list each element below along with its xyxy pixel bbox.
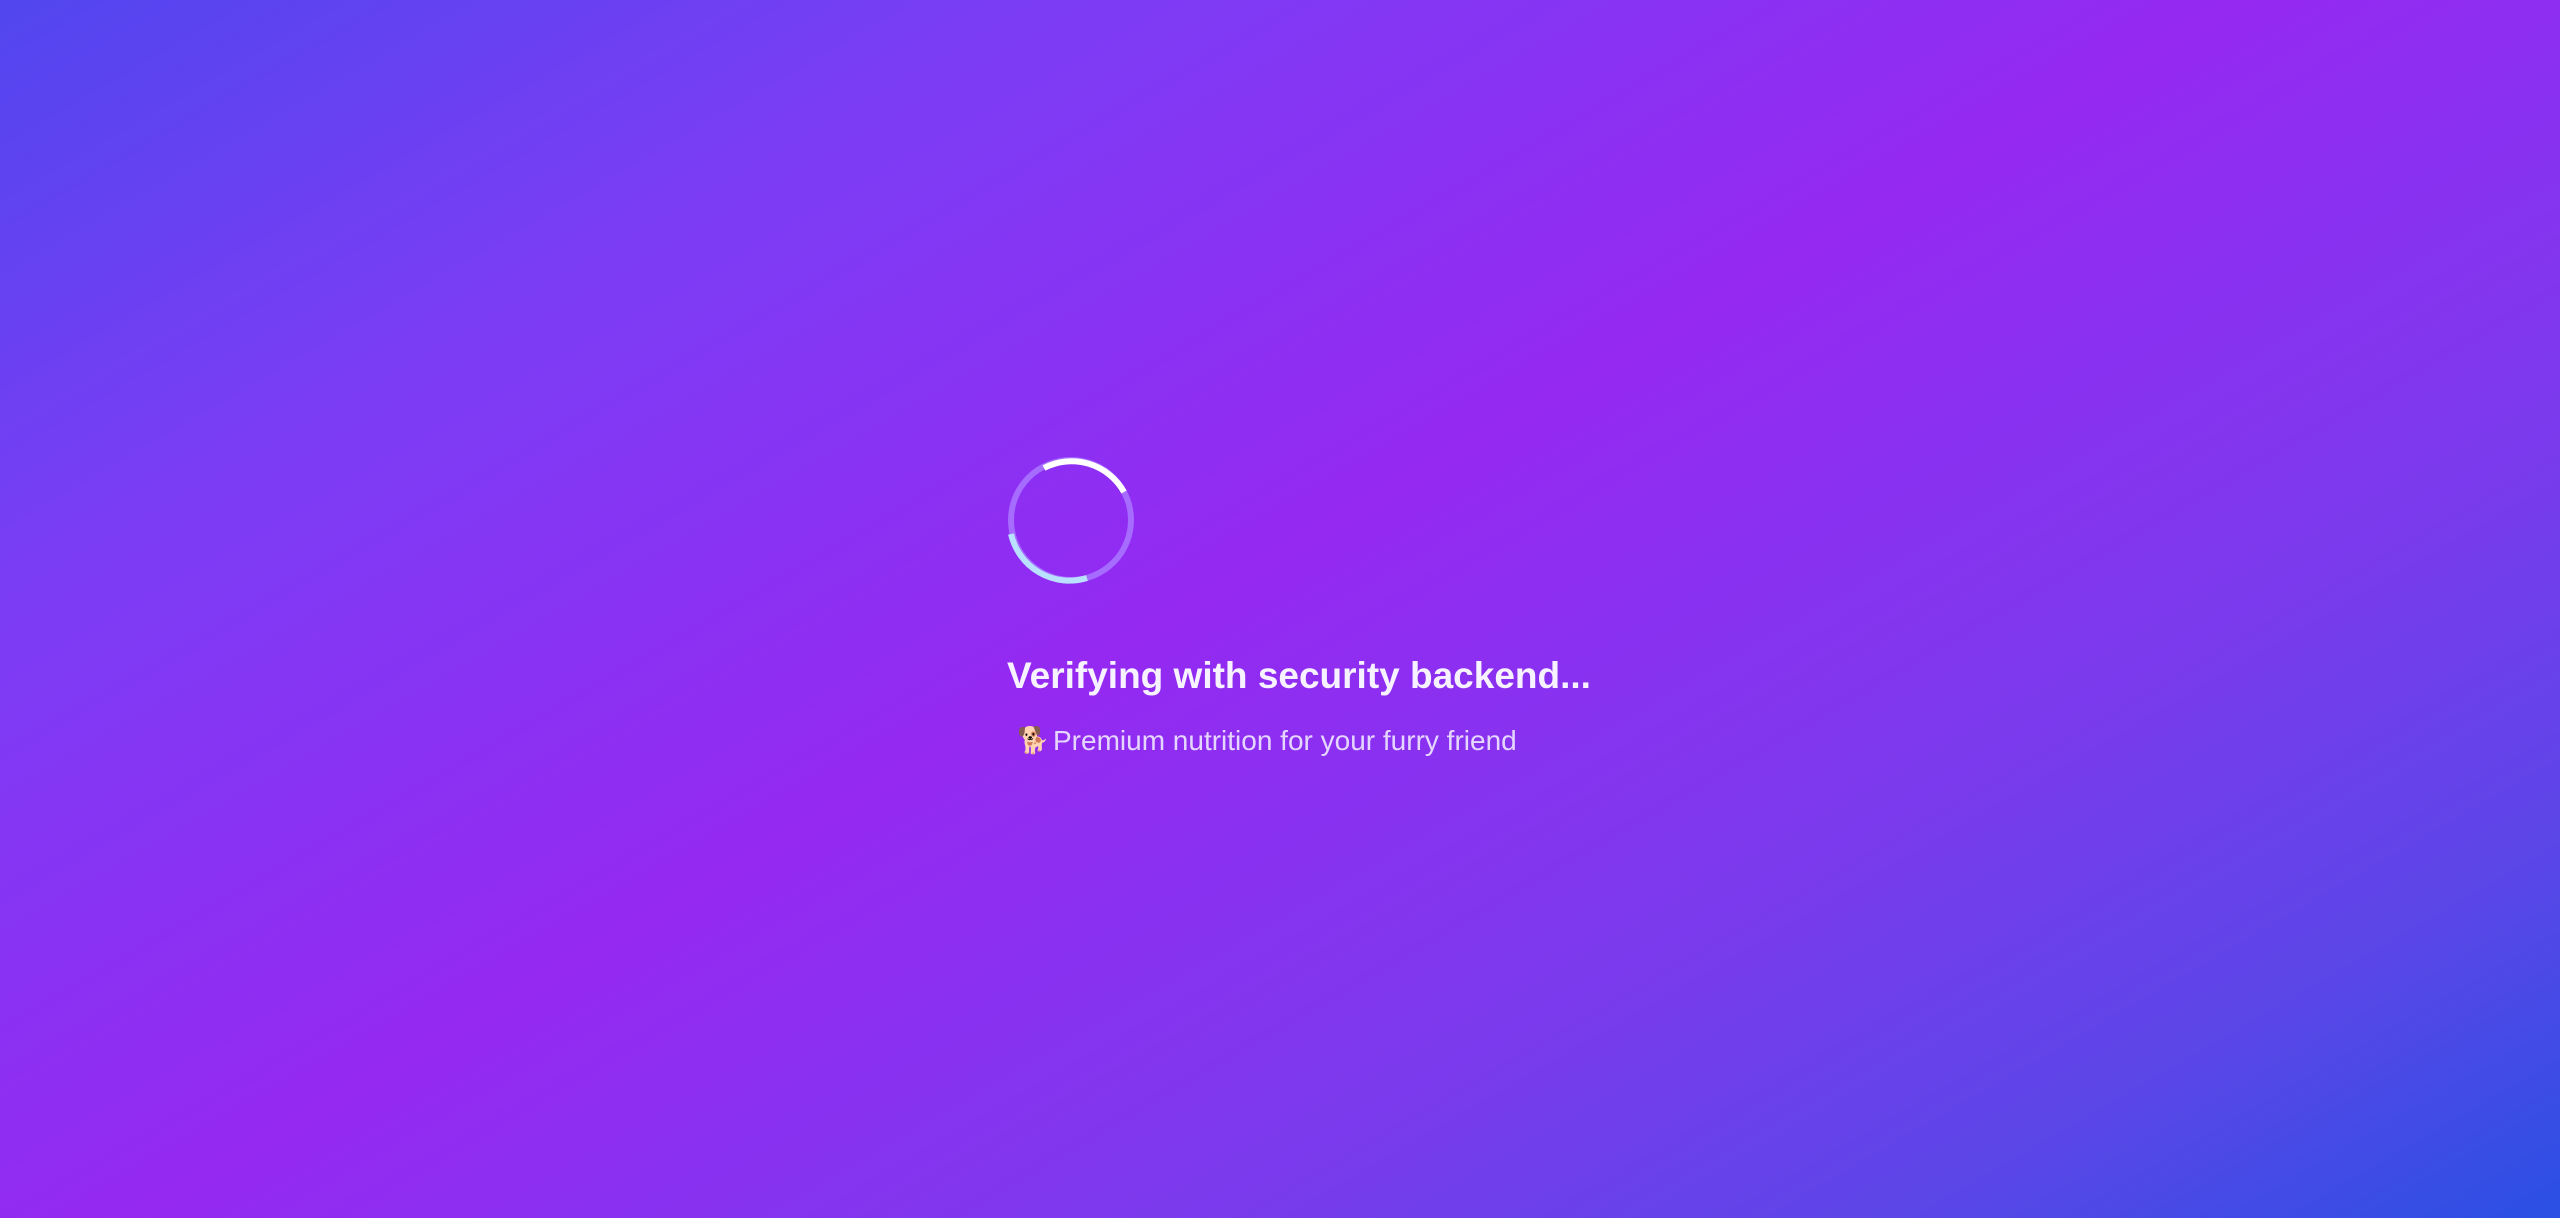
dog-icon: 🐕	[1017, 726, 1050, 756]
loading-screen: { "loading": { "status_text": "Verifying…	[0, 0, 2560, 1218]
spinner-arc-white	[1042, 458, 1127, 494]
loading-status-text: Verifying with security backend...	[1007, 655, 1591, 696]
loading-spinner	[1007, 456, 1135, 584]
spinner-ring-icon	[1008, 457, 1134, 584]
brand-tagline: 🐕 Premium nutrition for your furry friend	[1017, 722, 1517, 760]
tagline-text: Premium nutrition for your furry friend	[1053, 725, 1517, 756]
